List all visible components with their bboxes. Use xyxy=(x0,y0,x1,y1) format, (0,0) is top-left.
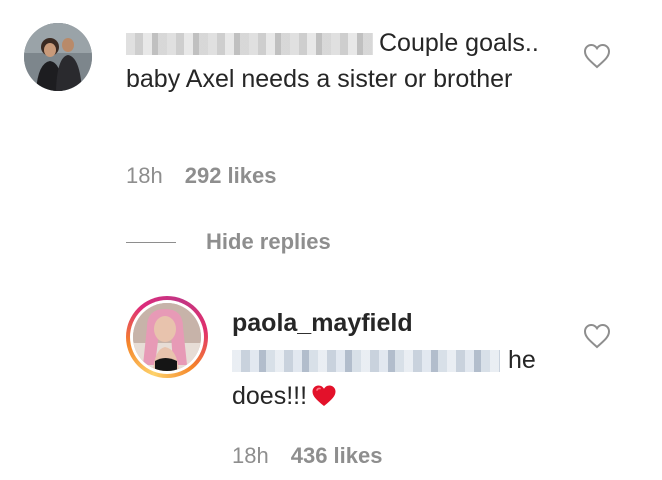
reply-username[interactable]: paola_mayfield xyxy=(232,309,413,338)
reply-avatar[interactable] xyxy=(133,303,201,371)
like-heart-icon[interactable] xyxy=(583,323,611,349)
reply-text: he does!!! xyxy=(232,342,562,418)
reply-likes[interactable]: 436 likes xyxy=(291,443,383,469)
hide-replies-label: Hide replies xyxy=(206,229,331,254)
like-heart-icon[interactable] xyxy=(583,43,611,69)
red-heart-emoji xyxy=(311,382,337,418)
story-ring[interactable] xyxy=(126,296,208,378)
reply-meta: 18h 436 likes xyxy=(232,443,382,469)
divider-line xyxy=(126,241,176,243)
avatar-photo xyxy=(133,303,201,371)
comment-text: Couple goals.. baby Axel needs a sister … xyxy=(126,25,546,97)
commenter-avatar[interactable] xyxy=(24,23,92,91)
comment-time: 18h xyxy=(126,163,163,188)
hide-replies-button[interactable]: Hide replies xyxy=(126,229,331,255)
avatar-photo xyxy=(24,23,92,91)
comment-likes[interactable]: 292 likes xyxy=(185,163,277,189)
redacted-mention[interactable] xyxy=(232,350,500,372)
reply-time: 18h xyxy=(232,443,269,468)
redacted-username[interactable] xyxy=(126,33,373,55)
comment-meta: 18h 292 likes xyxy=(126,163,276,189)
